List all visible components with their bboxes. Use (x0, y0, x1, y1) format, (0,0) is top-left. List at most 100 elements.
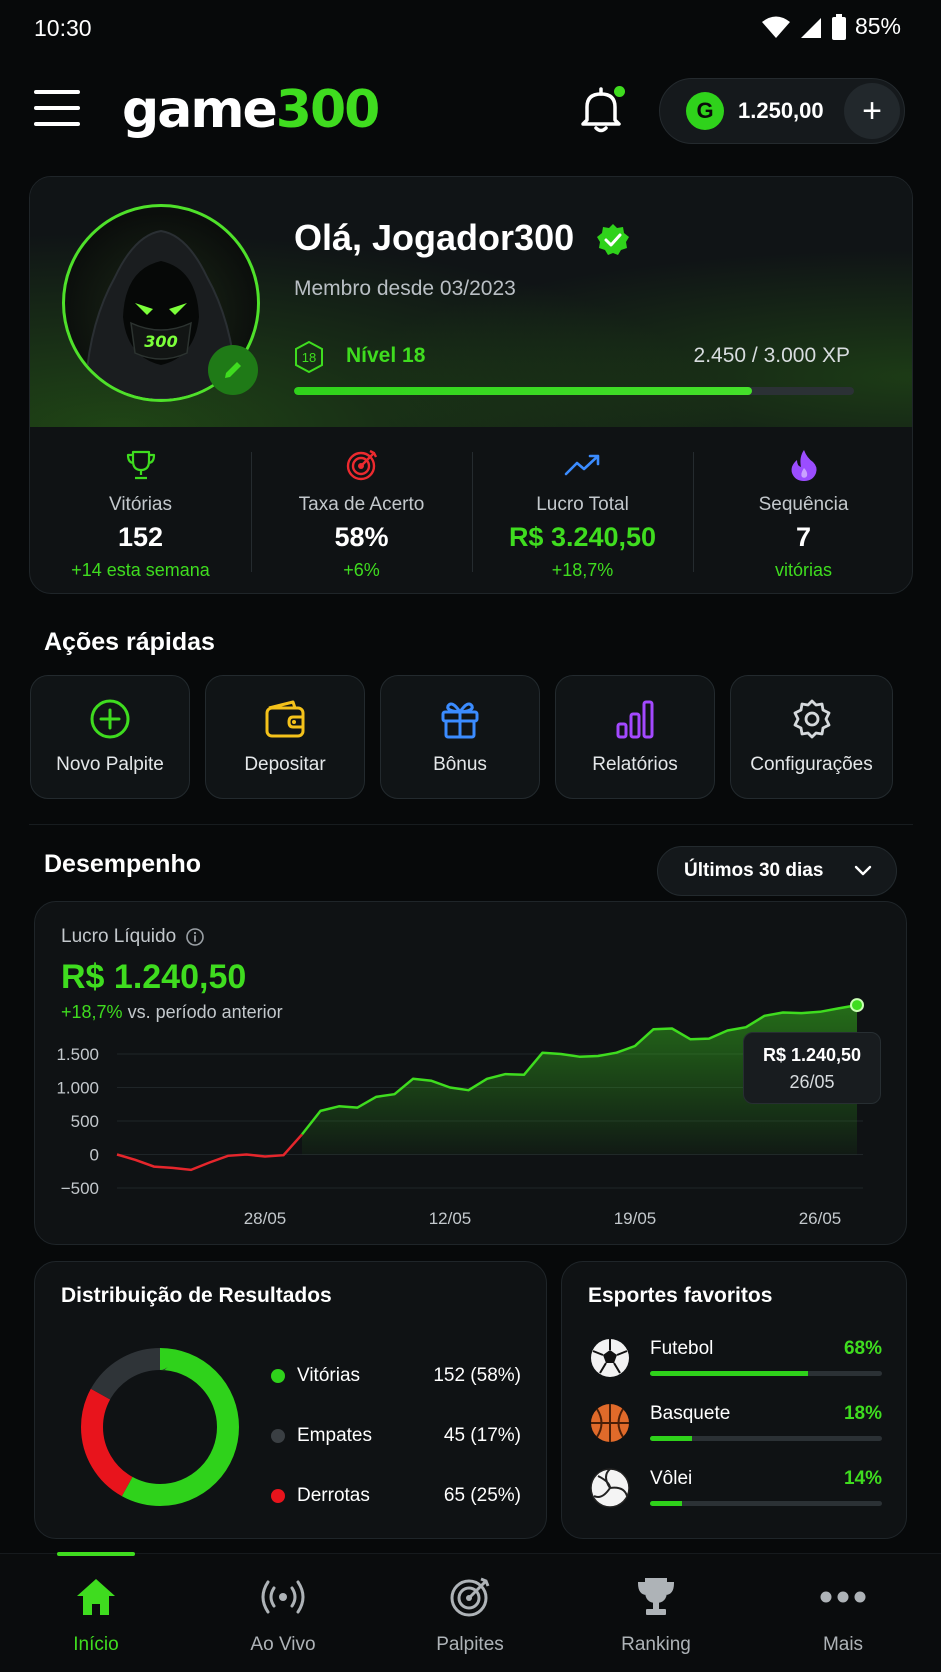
verified-badge-icon (597, 224, 629, 255)
sport-name: Basquete (650, 1403, 731, 1424)
balance-value: 1.250,00 (738, 98, 824, 123)
chart-end-point[interactable] (850, 998, 864, 1013)
y-tick-label: 1.500 (56, 1045, 99, 1064)
change-pct: +18,7% (61, 1002, 123, 1022)
menu-button[interactable] (34, 90, 80, 126)
legend-dot (271, 1429, 285, 1443)
status-icons: 85% (761, 13, 901, 40)
bar-chart-icon (616, 700, 654, 739)
pencil-icon (225, 362, 241, 378)
stat-vitorias: Vitórias 152 +14 esta semana (30, 432, 251, 592)
level-label: Nível 18 (346, 344, 426, 367)
performance-chart-card: 1.500 1.000 500 0 −500 28/05 12/05 19/05 26/05 … (34, 901, 907, 1245)
stat-lucro-total: Lucro Total R$ 3.240,50 +18,7% (472, 432, 693, 592)
battery-level: 85% (854, 13, 901, 39)
quick-actions-title: Ações rápidas (44, 628, 215, 656)
results-donut-chart (81, 1348, 239, 1506)
nav-ranking[interactable]: Ranking (591, 1572, 721, 1656)
chevron-down-icon (854, 865, 872, 876)
target-icon (450, 1577, 490, 1617)
member-since: Membro desde 03/2023 (294, 277, 516, 300)
coin-icon: G (686, 92, 724, 130)
change-suffix: vs. período anterior (122, 1002, 283, 1022)
quick-action-bonus[interactable]: Bônus (380, 675, 540, 799)
legend-empates: Empates 45 (17%) (271, 1421, 521, 1451)
stat-label: Sequência (758, 494, 849, 515)
xp-progress-fill (294, 387, 752, 395)
legend-value: 45 (17%) (443, 1425, 521, 1446)
sport-volei[interactable]: Vôlei 14% (590, 1468, 882, 1518)
period-value: Últimos 30 dias (684, 860, 824, 881)
avatar-tag: 300 (144, 332, 177, 351)
chart-x-axis: 28/05 12/05 19/05 26/05 (244, 1209, 842, 1228)
sport-futebol[interactable]: Futebol 68% (590, 1338, 882, 1388)
balance-pill[interactable]: G 1.250,00 + (659, 78, 905, 144)
nav-palpites[interactable]: Palpites (405, 1572, 535, 1656)
signal-icon (800, 17, 821, 38)
flame-icon (791, 450, 817, 481)
xp-progress-text: 2.450 / 3.000 XP (693, 344, 850, 367)
legend-value: 152 (58%) (433, 1365, 521, 1386)
legend-vitorias: Vitórias 152 (58%) (271, 1361, 521, 1391)
stat-label: Taxa de Acerto (298, 494, 425, 515)
stat-sub: vitórias (774, 560, 832, 580)
quick-action-label: Relatórios (592, 754, 678, 775)
legend-name: Vitórias (297, 1365, 361, 1386)
stat-sequencia: Sequência 7 vitórias (693, 432, 912, 592)
chart-tooltip: R$ 1.240,50 26/05 (743, 1032, 881, 1104)
level-number: 18 (302, 350, 316, 365)
tooltip-date: 26/05 (789, 1072, 835, 1092)
stat-value: 58% (334, 522, 389, 552)
legend-name: Derrotas (297, 1485, 370, 1506)
edit-avatar-button[interactable] (208, 345, 258, 395)
nav-inicio[interactable]: Início (31, 1572, 161, 1656)
sport-pct: 68% (843, 1338, 882, 1359)
sport-bar-fill (650, 1501, 683, 1506)
sport-name: Vôlei (650, 1468, 693, 1489)
nav-label: Ranking (621, 1634, 691, 1655)
more-dots-icon (820, 1591, 866, 1603)
nav-label: Mais (822, 1634, 864, 1655)
sport-name: Futebol (650, 1338, 714, 1359)
nav-mais[interactable]: Mais (778, 1572, 908, 1656)
sport-basquete[interactable]: Basquete 18% (590, 1403, 882, 1453)
trending-up-icon (564, 454, 599, 476)
volleyball-icon (590, 1468, 630, 1508)
quick-action-depositar[interactable]: Depositar (205, 675, 365, 799)
active-tab-indicator (57, 1552, 135, 1556)
nav-label: Ao Vivo (250, 1634, 316, 1655)
stat-value: 152 (117, 522, 164, 552)
greeting: Olá, Jogador300 (294, 217, 575, 258)
live-broadcast-icon (261, 1580, 305, 1614)
period-dropdown[interactable]: Últimos 30 dias (657, 846, 897, 896)
stat-value: R$ 3.240,50 (508, 522, 657, 552)
soccer-ball-icon (591, 1339, 629, 1377)
quick-action-label: Bônus (433, 754, 487, 775)
legend-derrotas: Derrotas 65 (25%) (271, 1481, 521, 1511)
sport-bar-fill (650, 1371, 808, 1376)
quick-action-relatorios[interactable]: Relatórios (555, 675, 715, 799)
stat-sub: +6% (343, 560, 380, 580)
distribution-card: Distribuição de Resultados Vitórias 152 … (34, 1261, 547, 1539)
trophy-icon (637, 1578, 675, 1615)
stat-label: Vitórias (108, 494, 172, 515)
notification-dot (614, 86, 625, 97)
wifi-icon (761, 16, 790, 38)
y-tick-label: −500 (61, 1179, 99, 1198)
nav-ao-vivo[interactable]: Ao Vivo (218, 1572, 348, 1656)
performance-title: Desempenho (44, 850, 201, 878)
quick-action-novo-palpite[interactable]: Novo Palpite (30, 675, 190, 799)
nav-label: Início (73, 1634, 119, 1655)
add-funds-button[interactable]: + (844, 83, 900, 139)
stat-label: Lucro Total (536, 494, 629, 515)
gear-icon (793, 699, 830, 739)
legend-dot (271, 1489, 285, 1503)
info-icon[interactable] (186, 928, 204, 946)
status-time: 10:30 (34, 15, 92, 41)
net-profit-change: +18,7% vs. período anterior (61, 1002, 283, 1023)
chart-label: Lucro Líquido (61, 926, 177, 947)
plus-circle-icon (90, 699, 130, 739)
trophy-icon (126, 450, 155, 480)
xp-progress-bar (294, 387, 854, 395)
quick-action-configuracoes[interactable]: Configurações (730, 675, 893, 799)
